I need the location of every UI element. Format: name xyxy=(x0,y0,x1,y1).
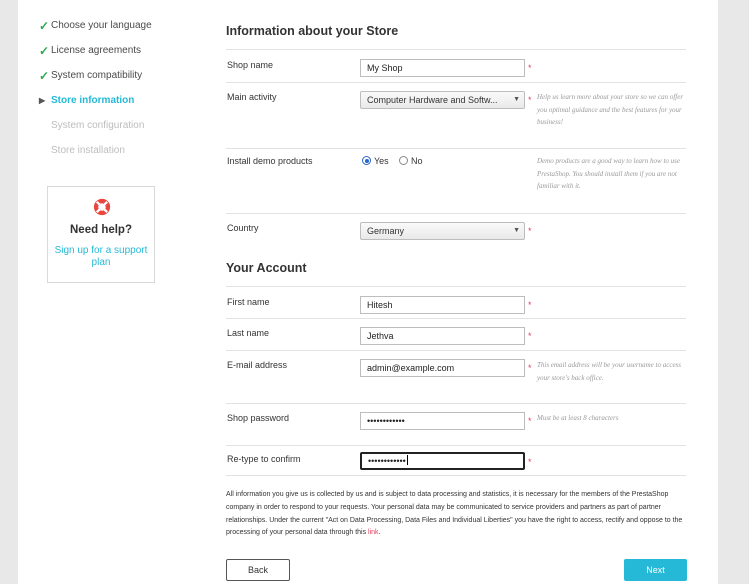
step-store-installation: Store installation xyxy=(39,142,179,167)
current-step-arrow-icon: ▶ xyxy=(39,96,46,105)
account-heading: Your Account xyxy=(226,261,307,275)
password-row: Shop password •••••••••••• * Must be at … xyxy=(226,403,686,445)
install-steps: ✓ Choose your language ✓ License agreeme… xyxy=(39,17,179,167)
main-activity-value: Computer Hardware and Softw... xyxy=(367,95,498,105)
password-label: Shop password xyxy=(227,413,290,423)
shop-name-row: Shop name My Shop * xyxy=(226,49,686,82)
privacy-link[interactable]: link xyxy=(368,529,379,536)
help-title: Need help? xyxy=(70,224,132,236)
radio-unselected-icon xyxy=(399,156,408,165)
first-name-label: First name xyxy=(227,297,270,307)
step-choose-language: ✓ Choose your language xyxy=(39,17,179,42)
required-mark: * xyxy=(528,416,532,426)
first-name-input[interactable]: Hitesh xyxy=(360,296,525,314)
privacy-end: . xyxy=(378,529,381,537)
check-icon: ✓ xyxy=(39,44,50,58)
demo-no-label: No xyxy=(411,156,423,166)
check-icon: ✓ xyxy=(39,19,50,33)
demo-yes-radio[interactable]: Yes xyxy=(362,156,389,166)
country-select[interactable]: Germany ▼ xyxy=(360,222,525,240)
demo-no-radio[interactable]: No xyxy=(399,156,423,166)
required-mark: * xyxy=(528,331,532,341)
required-mark: * xyxy=(528,363,532,373)
shop-name-label: Shop name xyxy=(227,60,274,70)
step-label: License agreements xyxy=(51,45,142,56)
step-system-configuration: System configuration xyxy=(39,117,179,142)
shop-name-input[interactable]: My Shop xyxy=(360,59,525,77)
main-activity-label: Main activity xyxy=(227,92,277,102)
confirm-value: •••••••••••• xyxy=(368,456,406,466)
installer-page: ✓ Choose your language ✓ License agreeme… xyxy=(18,0,718,584)
email-hint: This email address will be your username… xyxy=(537,361,682,382)
last-name-row: Last name Jethva * xyxy=(226,318,686,350)
confirm-label: Re-type to confirm xyxy=(227,454,301,464)
main-activity-select[interactable]: Computer Hardware and Softw... ▼ xyxy=(360,91,525,109)
support-plan-link[interactable]: Sign up for a support plan xyxy=(48,245,154,269)
confirm-password-input[interactable]: •••••••••••• xyxy=(360,452,525,470)
email-label: E-mail address xyxy=(227,360,288,370)
radio-selected-icon xyxy=(362,156,371,165)
step-system-compatibility: ✓ System compatibility xyxy=(39,67,179,92)
text-caret xyxy=(406,455,408,465)
email-row: E-mail address admin@example.com * This … xyxy=(226,350,686,403)
demo-products-row: Install demo products Yes No Demo produc… xyxy=(226,148,686,213)
step-store-information: ▶ Store information xyxy=(39,92,179,117)
main-activity-row: Main activity Computer Hardware and Soft… xyxy=(226,82,686,148)
required-mark: * xyxy=(528,226,532,236)
privacy-notice: All information you give us is collected… xyxy=(226,489,688,540)
country-row: Country Germany ▼ * xyxy=(226,213,686,245)
step-label: Store information xyxy=(51,95,135,106)
required-mark: * xyxy=(528,63,532,73)
demo-products-label: Install demo products xyxy=(227,156,313,166)
privacy-text: All information you give us is collected… xyxy=(226,491,683,537)
required-mark: * xyxy=(528,95,532,105)
check-icon: ✓ xyxy=(39,69,50,83)
step-label: System configuration xyxy=(51,120,145,131)
last-name-input[interactable]: Jethva xyxy=(360,327,525,345)
email-input[interactable]: admin@example.com xyxy=(360,359,525,377)
demo-yes-label: Yes xyxy=(374,156,389,166)
lifebuoy-icon xyxy=(93,198,111,216)
back-button[interactable]: Back xyxy=(226,559,290,581)
step-label: Choose your language xyxy=(51,20,152,31)
help-box: Need help? Sign up for a support plan xyxy=(47,186,155,283)
next-button[interactable]: Next xyxy=(624,559,687,581)
password-input[interactable]: •••••••••••• xyxy=(360,412,525,430)
chevron-down-icon: ▼ xyxy=(513,227,520,234)
country-value: Germany xyxy=(367,226,405,236)
step-label: System compatibility xyxy=(51,70,143,81)
country-label: Country xyxy=(227,223,259,233)
required-mark: * xyxy=(528,300,532,310)
store-info-heading: Information about your Store xyxy=(226,24,399,38)
step-label: Store installation xyxy=(51,145,125,156)
step-license-agreements: ✓ License agreements xyxy=(39,42,179,67)
chevron-down-icon: ▼ xyxy=(513,96,520,103)
last-name-label: Last name xyxy=(227,328,270,338)
main-activity-hint: Help us learn more about your store so w… xyxy=(537,93,684,126)
first-name-row: First name Hitesh * xyxy=(226,286,686,318)
confirm-row: Re-type to confirm •••••••••••• * xyxy=(226,445,686,476)
required-mark: * xyxy=(528,457,532,467)
password-hint: Must be at least 8 characters xyxy=(537,414,619,422)
demo-products-hint: Demo products are a good way to learn ho… xyxy=(537,157,680,190)
